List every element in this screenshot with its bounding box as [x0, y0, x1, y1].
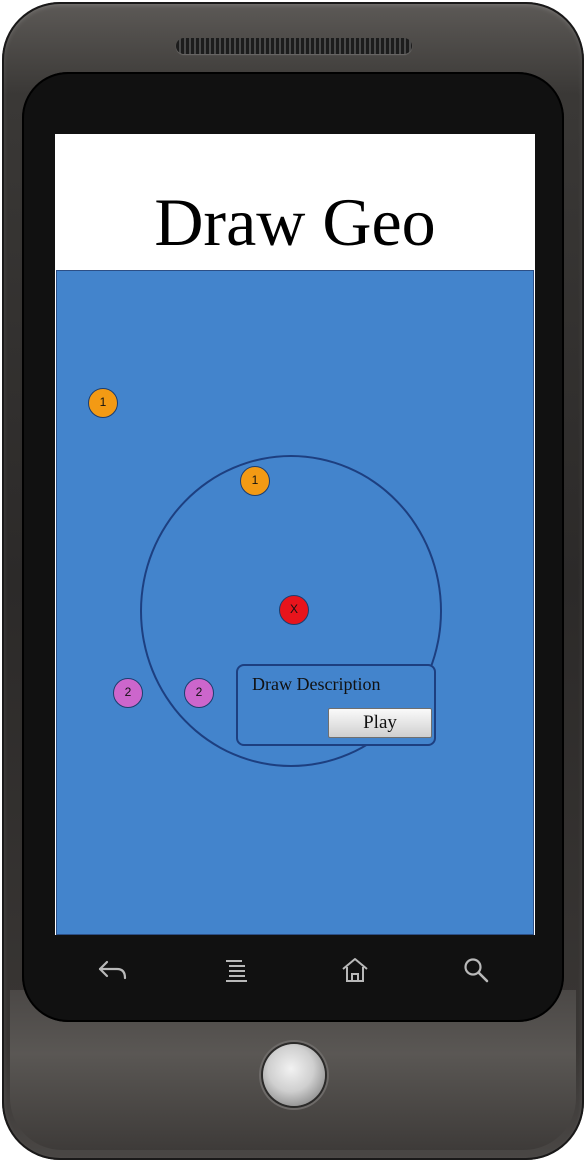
draw-info-popup: Draw Description Play — [236, 664, 436, 746]
back-button[interactable] — [89, 948, 137, 992]
play-button[interactable]: Play — [328, 708, 432, 738]
marker-label: X — [289, 602, 298, 616]
marker-orange-1-outside[interactable]: 1 — [88, 388, 118, 418]
search-icon — [464, 958, 489, 983]
search-button[interactable] — [452, 948, 500, 992]
back-icon — [98, 960, 127, 980]
speaker-grille — [176, 38, 412, 54]
marker-purple-2-outside[interactable]: 2 — [113, 678, 143, 708]
menu-button[interactable] — [213, 948, 261, 992]
marker-label: 2 — [124, 685, 132, 699]
home-icon — [342, 958, 368, 982]
title-bar: Draw Geo — [55, 134, 535, 270]
marker-center-x[interactable]: X — [279, 595, 309, 625]
marker-purple-2-inside[interactable]: 2 — [184, 678, 214, 708]
marker-orange-1-inside[interactable]: 1 — [240, 466, 270, 496]
hardware-trackball-button[interactable] — [263, 1044, 325, 1106]
marker-label: 2 — [195, 685, 203, 699]
home-nav-button[interactable] — [331, 948, 379, 992]
android-nav-bar — [55, 940, 535, 1002]
app-title: Draw Geo — [154, 184, 436, 260]
marker-label: 1 — [251, 473, 259, 487]
device-screen: Draw Geo 1 1 X 2 2 Draw Description Play — [55, 134, 535, 935]
menu-icon — [226, 960, 247, 982]
map-canvas[interactable]: 1 1 X 2 2 Draw Description Play — [56, 270, 534, 935]
marker-label: 1 — [99, 395, 107, 409]
popup-title: Draw Description — [252, 674, 381, 694]
